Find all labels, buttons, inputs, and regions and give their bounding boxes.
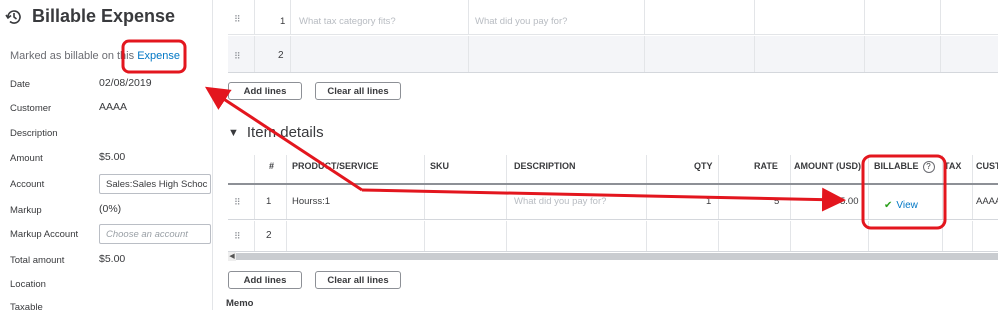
category-cell[interactable]: What tax category fits? (290, 0, 468, 34)
horizontal-scrollbar[interactable]: ◀ (228, 252, 998, 261)
description-label: Description (10, 128, 58, 139)
expense-link[interactable]: Expense (137, 50, 180, 62)
location-label: Location (10, 279, 46, 290)
description-cell[interactable]: What did you pay for? (468, 0, 644, 34)
row-number: 2 (266, 230, 272, 241)
row-number: 1 (280, 16, 286, 27)
markup-account-field[interactable]: Choose an account (99, 224, 211, 244)
check-icon: ✔ (884, 200, 893, 211)
marked-billable-text: Marked as billable on this Expense (10, 50, 180, 62)
drag-handle-icon[interactable]: ⠿ (234, 197, 241, 208)
amount-value: $5.00 (99, 151, 126, 163)
billable-view[interactable]: ✔ View (884, 195, 918, 213)
item-table-header: # PRODUCT/SERVICE SKU DESCRIPTION QTY RA… (228, 155, 998, 185)
row-number: 1 (266, 196, 272, 207)
description-placeholder: What did you pay for? (475, 16, 568, 27)
history-icon (5, 9, 21, 24)
item-row-2[interactable]: ⠿ 2 (228, 221, 998, 252)
memo-label: Memo (226, 298, 254, 309)
category-row-1[interactable]: ⠿ 1 What tax category fits? What did you… (228, 0, 998, 35)
account-field[interactable]: Sales:Sales High Schoc (99, 174, 211, 194)
scroll-left-icon[interactable]: ◀ (228, 252, 236, 261)
account-label: Account (10, 179, 45, 190)
col-billable: BILLABLE? (874, 161, 935, 173)
col-tax: TAX (944, 161, 962, 171)
markup-value: (0%) (99, 203, 122, 215)
col-sku: SKU (430, 161, 450, 171)
tax-cell[interactable] (942, 185, 972, 219)
markup-label: Markup (10, 205, 42, 216)
customer-value: AAAA (99, 101, 128, 113)
panel-title: Billable Expense (32, 6, 176, 26)
taxable-label: Taxable (10, 302, 43, 313)
col-billable-label: BILLABLE (874, 161, 919, 171)
drag-handle-icon[interactable]: ⠿ (234, 14, 241, 25)
marked-prefix: Marked as billable on this (10, 50, 138, 62)
col-qty: QTY (694, 161, 713, 171)
customer-label: Customer (10, 103, 52, 114)
expense-form-area: ⠿ 1 What tax category fits? What did you… (220, 0, 998, 310)
clear-all-lines-button-items[interactable]: Clear all lines (315, 271, 401, 289)
col-customer: CUST (976, 161, 998, 171)
view-link[interactable]: View (896, 200, 918, 211)
drag-handle-icon[interactable]: ⠿ (234, 231, 241, 242)
customer-value: AAAA (976, 196, 998, 207)
col-description: DESCRIPTION (514, 161, 576, 171)
amount-value: 5.00 (840, 196, 859, 207)
markup-account-label: Markup Account (10, 229, 79, 240)
item-row-1[interactable]: ⠿ 1 Hourss:1 What did you pay for? 1 5 5… (228, 185, 998, 220)
item-description-placeholder: What did you pay for? (514, 196, 607, 207)
add-lines-button[interactable]: Add lines (228, 82, 302, 100)
col-num: # (269, 161, 275, 171)
total-amount-label: Total amount (10, 255, 65, 266)
sku-cell[interactable] (424, 185, 506, 219)
date-label: Date (10, 79, 31, 90)
drag-handle-icon[interactable]: ⠿ (234, 51, 241, 62)
question-circle-icon[interactable]: ? (922, 161, 935, 173)
billable-expense-panel: Billable Expense Marked as billable on t… (0, 0, 213, 313)
clear-all-lines-button[interactable]: Clear all lines (315, 82, 401, 100)
amount-label: Amount (10, 153, 43, 164)
col-product: PRODUCT/SERVICE (292, 161, 379, 171)
total-amount-value: $5.00 (99, 253, 126, 265)
category-row-2[interactable]: ⠿ 2 (228, 36, 998, 73)
qty-value: 1 (706, 196, 712, 207)
caret-down-icon[interactable]: ▼ (228, 127, 239, 139)
panel-header: Billable Expense (4, 6, 175, 27)
col-rate: RATE (754, 161, 778, 171)
date-value: 02/08/2019 (99, 77, 152, 89)
item-details-title: Item details (246, 124, 324, 141)
col-amount: AMOUNT (USD) (794, 161, 861, 171)
add-lines-button-items[interactable]: Add lines (228, 271, 302, 289)
item-details-header[interactable]: ▼ Item details (228, 124, 324, 141)
row-number: 2 (278, 50, 284, 61)
rate-value: 5 (774, 196, 780, 207)
category-placeholder: What tax category fits? (299, 16, 396, 27)
product-value: Hourss:1 (292, 196, 331, 207)
